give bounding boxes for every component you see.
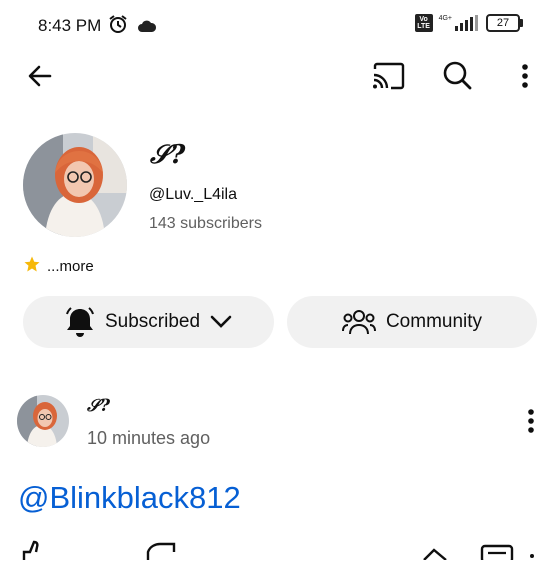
share-icon [423, 548, 447, 561]
community-button[interactable]: Community [287, 296, 537, 348]
post-author-name: 𝒮? [87, 396, 111, 416]
alarm-icon [108, 14, 128, 39]
subscriber-count: 143 subscribers [149, 215, 262, 232]
subscribed-button[interactable]: Subscribed [23, 296, 274, 348]
signal-icon: 4G+ [439, 15, 480, 31]
more-link[interactable]: ...more [47, 258, 94, 275]
back-arrow-icon [28, 65, 52, 87]
cast-icon [373, 62, 405, 90]
channel-handle: @Luv._L4ila [149, 186, 237, 203]
post-mention-link[interactable]: @Blinkblack812 [18, 480, 241, 516]
bell-icon [66, 307, 94, 337]
channel-description[interactable]: ...more [23, 255, 94, 278]
post-actions [0, 540, 560, 564]
channel-avatar[interactable] [23, 133, 127, 237]
subscribed-label: Subscribed [104, 311, 201, 332]
volte-badge: Vo LTE [414, 14, 433, 32]
post-more-button[interactable] [527, 408, 535, 439]
more-options-button[interactable] [515, 60, 535, 92]
cloud-icon [137, 18, 157, 38]
battery-icon: 27 [486, 14, 523, 32]
status-time: 8:43 PM [38, 14, 157, 39]
more-vert-icon [528, 409, 534, 433]
comment-count-icon [530, 554, 534, 558]
search-button[interactable] [440, 58, 474, 92]
comment-icon [480, 544, 514, 564]
network-type: 4G+ [438, 15, 452, 22]
post-author-avatar[interactable] [17, 395, 69, 447]
channel-name: 𝒮? [150, 140, 186, 170]
back-button[interactable] [24, 60, 56, 92]
post-timestamp: 10 minutes ago [87, 428, 211, 448]
like-icon [22, 540, 39, 560]
dislike-icon [146, 542, 176, 560]
star-icon [23, 255, 41, 278]
community-label: Community [385, 311, 483, 332]
search-icon [443, 61, 472, 90]
people-icon [341, 310, 376, 335]
cast-button[interactable] [372, 60, 406, 92]
status-right: Vo LTE 4G+ 27 [414, 14, 523, 32]
chevron-down-icon [210, 315, 232, 328]
more-vert-icon [522, 64, 528, 88]
